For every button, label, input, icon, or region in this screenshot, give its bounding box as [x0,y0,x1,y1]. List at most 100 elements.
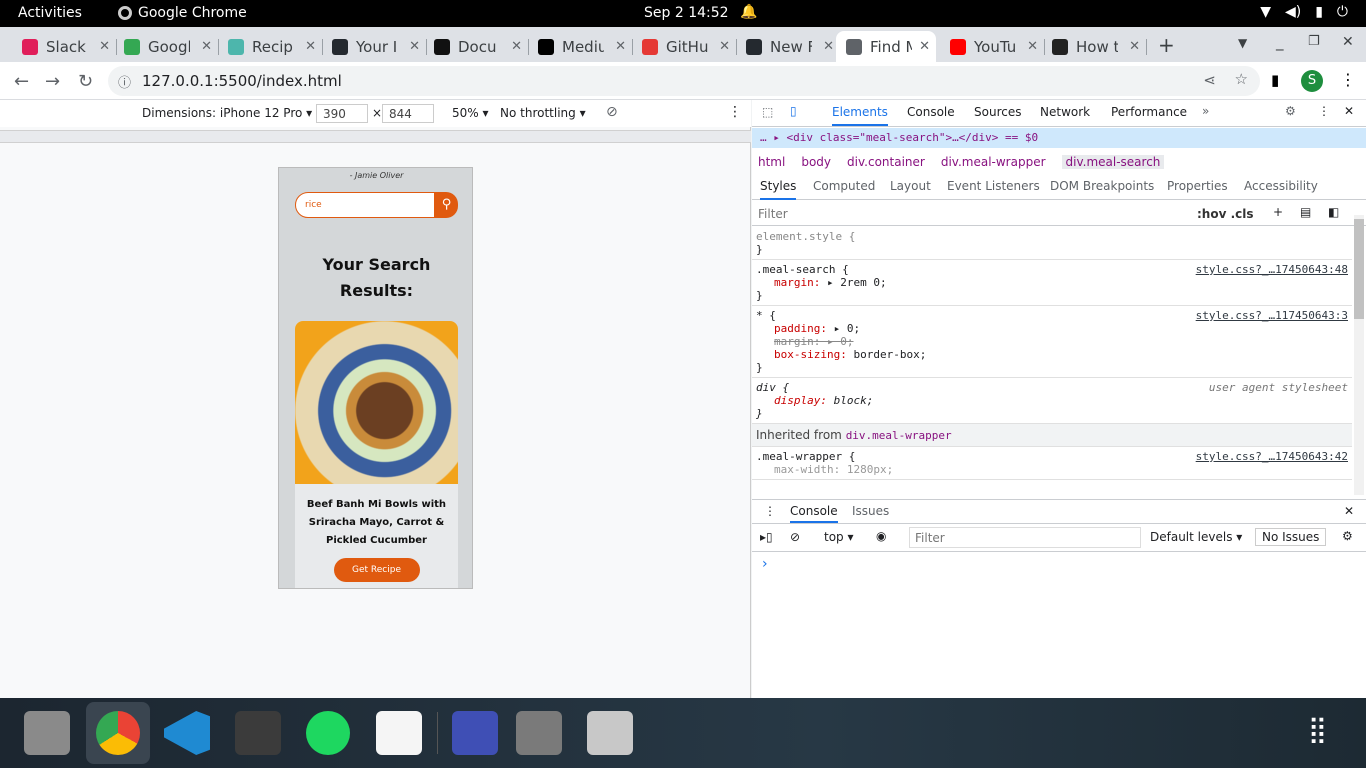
close-devtools-icon[interactable]: ✕ [1344,104,1354,118]
paint-icon[interactable]: ▤ [1300,205,1311,219]
forward-button[interactable]: → [45,71,60,92]
subtab-properties[interactable]: Properties [1167,179,1228,193]
rule-property[interactable]: margin: ▸ 2rem 0; [756,276,1348,289]
rule-property[interactable]: box-sizing: border-box; [756,348,1348,361]
issues-badge[interactable]: No Issues [1255,528,1327,546]
trash-icon[interactable] [587,711,633,755]
share-icon[interactable]: ⋖ [1203,71,1216,89]
get-recipe-button[interactable]: Get Recipe [333,558,420,582]
element-style-rule[interactable]: element.style {} [752,227,1352,260]
hov-cls-toggle[interactable]: :hov .cls [1197,207,1254,221]
drawer-tab-issues[interactable]: Issues [852,504,889,518]
sidebar-toggle-icon[interactable]: ◧ [1328,205,1339,219]
subtab-dom-breakpoints[interactable]: DOM Breakpoints [1050,179,1154,193]
close-tab-icon[interactable]: ✕ [99,39,110,54]
search-input[interactable]: rice [295,192,435,218]
levels-select[interactable]: Default levels ▾ [1150,530,1242,544]
crumb-meal-wrapper[interactable]: div.meal-wrapper [941,155,1046,169]
crumb-body[interactable]: body [801,155,831,169]
close-tab-icon[interactable]: ✕ [719,39,730,54]
solitaire-icon[interactable] [376,711,422,755]
width-input[interactable]: 390 [316,104,368,123]
system-tray[interactable]: ▼ ◀) ▮ ⏻ [1260,4,1348,20]
close-tab-icon[interactable]: ✕ [305,39,316,54]
browser-tab[interactable]: Find M ✕ [836,31,936,62]
subtab-computed[interactable]: Computed [813,179,875,193]
throttle-select[interactable]: No throttling ▾ [500,106,586,120]
close-window-button[interactable]: ✕ [1342,34,1354,50]
sidebar-icon[interactable]: ▸▯ [760,530,773,544]
close-tab-icon[interactable]: ✕ [511,39,522,54]
subtab-styles[interactable]: Styles [760,179,797,200]
browser-tab[interactable]: Your I ✕ [322,31,427,62]
browser-tab[interactable]: YouTu ✕ [940,31,1045,62]
browser-tab[interactable]: How t ✕ [1042,31,1147,62]
height-input[interactable]: 844 [382,104,434,123]
tab-sources[interactable]: Sources [974,105,1021,119]
app-menu[interactable]: Google Chrome [118,5,247,21]
add-rule-icon[interactable]: + [1273,205,1283,219]
profile-avatar[interactable]: S [1301,70,1323,92]
browser-tab[interactable]: Docu ✕ [424,31,529,62]
terminal-icon[interactable] [235,711,281,755]
meal-wrapper-rule[interactable]: style.css?_…17450643:42 .meal-wrapper { … [752,447,1352,480]
show-apps-grid-icon[interactable]: ⣿ [1308,715,1327,745]
close-tab-icon[interactable]: ✕ [409,39,420,54]
rotate-icon[interactable]: ⊘ [606,104,618,120]
console-settings-icon[interactable]: ⚙ [1342,529,1353,543]
inspect-icon[interactable]: ⬚ [762,105,773,119]
clock[interactable]: Sep 2 14:52 [644,5,729,21]
browser-tab[interactable]: Mediu ✕ [528,31,633,62]
device-menu-icon[interactable]: ⋮ [728,104,742,120]
apps-list-icon[interactable] [516,711,562,755]
close-tab-icon[interactable]: ✕ [201,39,212,54]
drawer-menu-icon[interactable]: ⋮ [764,504,776,518]
crumb-html[interactable]: html [758,155,785,169]
browser-tab[interactable]: New F ✕ [736,31,840,62]
tab-search-icon[interactable]: ▼ [1238,36,1247,50]
rule-property-overridden[interactable]: margin: ▸ 0; [756,335,1348,348]
vscode-icon[interactable] [164,711,210,755]
bookmark-star-icon[interactable]: ☆ [1235,70,1248,88]
subtab-accessibility[interactable]: Accessibility [1244,179,1318,193]
minimize-button[interactable]: _ [1276,33,1284,51]
settings-gear-icon[interactable]: ⚙ [1285,104,1296,118]
search-button[interactable]: ⚲ [435,192,458,218]
side-panel-icon[interactable]: ▮ [1271,71,1279,89]
browser-tab[interactable]: Recip ✕ [218,31,323,62]
files-icon[interactable] [24,711,70,755]
reload-button[interactable]: ↻ [78,71,93,92]
more-tabs-icon[interactable]: » [1202,104,1209,118]
close-drawer-icon[interactable]: ✕ [1344,504,1354,518]
new-tab-button[interactable]: + [1158,33,1175,57]
close-tab-icon[interactable]: ✕ [615,39,626,54]
subtab-layout[interactable]: Layout [890,179,931,193]
zoom-select[interactable]: 50% ▾ [452,106,489,120]
crumb-meal-search[interactable]: div.meal-search [1061,155,1165,169]
styles-filter-input[interactable]: Filter [758,207,788,221]
tab-network[interactable]: Network [1040,105,1090,119]
close-tab-icon[interactable]: ✕ [1027,39,1038,54]
tab-elements[interactable]: Elements [832,105,888,126]
inherited-link[interactable]: div.meal-wrapper [846,429,952,442]
tab-console[interactable]: Console [907,105,955,119]
media-query-ruler[interactable] [0,130,751,143]
rule-source-link[interactable]: style.css?_…17450643:48 [1196,263,1348,276]
devtools-menu-icon[interactable]: ⋮ [1318,104,1330,118]
rule-source-link[interactable]: style.css?_…117450643:3 [1196,309,1348,322]
ua-div-rule[interactable]: user agent stylesheet div { display: blo… [752,378,1352,424]
activities-button[interactable]: Activities [18,5,82,21]
console-prompt[interactable]: › [752,552,1366,576]
maximize-button[interactable]: ❐ [1308,34,1320,49]
drawer-tab-console[interactable]: Console [790,504,838,523]
clear-console-icon[interactable]: ⊘ [790,530,800,544]
close-tab-icon[interactable]: ✕ [823,39,834,54]
universal-rule[interactable]: style.css?_…117450643:3 * { padding: ▸ 0… [752,306,1352,378]
browser-tab[interactable]: GitHu ✕ [632,31,737,62]
crumb-container[interactable]: div.container [847,155,925,169]
selected-node[interactable]: … ▸ <div class="meal-search">…</div> == … [752,128,1366,148]
device-toggle-icon[interactable]: ▯ [790,104,797,118]
back-button[interactable]: ← [14,71,29,92]
chrome-dock-icon[interactable] [86,702,150,764]
styles-scrollbar[interactable] [1354,215,1364,495]
